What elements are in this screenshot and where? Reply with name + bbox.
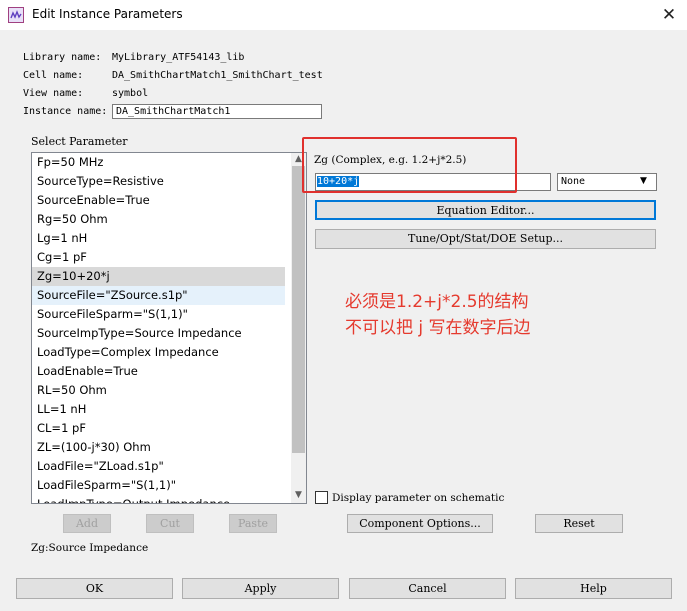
close-icon[interactable]: ✕ [655,2,683,28]
scroll-thumb[interactable] [292,166,305,453]
select-parameter-heading: Select Parameter [31,135,128,148]
display-parameter-label: Display parameter on schematic [332,492,505,504]
library-name-label: Library name: [23,52,102,63]
list-item[interactable]: SourceFile="ZSource.s1p" [32,286,285,305]
list-item[interactable]: ZL=(100-j*30) Ohm [32,438,285,457]
paste-button[interactable]: Paste [229,514,277,533]
view-name-value: symbol [112,88,149,99]
list-item[interactable]: Lg=1 nH [32,229,285,248]
instance-name-label: Instance name: [23,106,108,117]
unit-select-value: None [561,176,586,187]
chevron-down-icon[interactable]: ▼ [640,176,647,186]
ads-app-icon [8,7,24,23]
list-item[interactable]: LoadImpType=Output Impedance [32,495,285,503]
annotation-line-1: 必须是1.2+j*2.5的结构 [345,292,529,312]
reset-button[interactable]: Reset [535,514,623,533]
window-title: Edit Instance Parameters [32,7,183,21]
equation-editor-button[interactable]: Equation Editor... [315,200,656,220]
cut-button[interactable]: Cut [146,514,194,533]
list-item[interactable]: Fp=50 MHz [32,153,285,172]
annotation-line-2: 不可以把 j 写在数字后边 [345,318,531,338]
list-item[interactable]: LoadType=Complex Impedance [32,343,285,362]
cancel-button[interactable]: Cancel [349,578,506,599]
list-item[interactable]: SourceFileSparm="S(1,1)" [32,305,285,324]
list-item[interactable]: SourceType=Resistive [32,172,285,191]
tune-opt-setup-button[interactable]: Tune/Opt/Stat/DOE Setup... [315,229,656,249]
parameter-list[interactable]: Fp=50 MHz SourceType=Resistive SourceEnabl… [31,152,307,504]
list-item[interactable]: Zg=10+20*j [32,267,285,286]
view-name-label: View name: [23,88,84,99]
annotation-highlight-box [302,137,517,193]
list-item[interactable]: RL=50 Ohm [32,381,285,400]
cell-name-label: Cell name: [23,70,84,81]
scroll-down-icon[interactable]: ▼ [291,490,306,500]
display-parameter-checkbox[interactable] [315,491,328,504]
list-item[interactable]: LL=1 nH [32,400,285,419]
apply-button[interactable]: Apply [182,578,339,599]
list-item[interactable]: LoadFile="ZLoad.s1p" [32,457,285,476]
list-item[interactable]: LoadFileSparm="S(1,1)" [32,476,285,495]
list-item[interactable]: SourceEnable=True [32,191,285,210]
ok-button[interactable]: OK [16,578,173,599]
add-button[interactable]: Add [63,514,111,533]
list-item[interactable]: SourceImpType=Source Impedance [32,324,285,343]
help-button[interactable]: Help [515,578,672,599]
component-options-button[interactable]: Component Options... [347,514,493,533]
list-item[interactable]: LoadEnable=True [32,362,285,381]
list-item[interactable]: CL=1 pF [32,419,285,438]
list-item[interactable]: Cg=1 pF [32,248,285,267]
instance-name-input[interactable]: DA_SmithChartMatch1 [112,104,322,119]
list-item[interactable]: Rg=50 Ohm [32,210,285,229]
status-text: Zg:Source Impedance [31,542,149,554]
library-name-value: MyLibrary_ATF54143_lib [112,52,245,63]
cell-name-value: DA_SmithChartMatch1_SmithChart_test [112,70,323,81]
